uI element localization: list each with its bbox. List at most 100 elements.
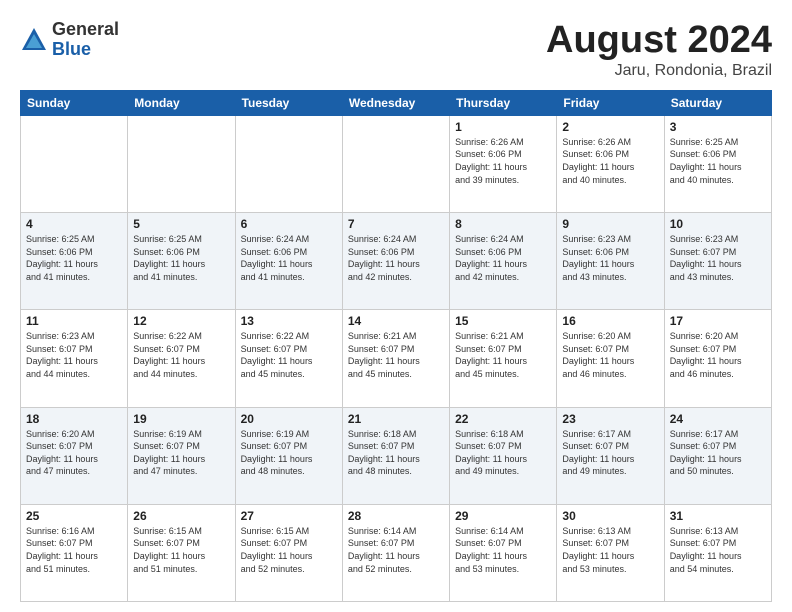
day-number: 4 (26, 217, 122, 231)
day-number: 9 (562, 217, 658, 231)
calendar-cell: 19Sunrise: 6:19 AM Sunset: 6:07 PM Dayli… (128, 407, 235, 504)
day-number: 30 (562, 509, 658, 523)
calendar-cell: 15 Sunrise: 6:21 AM Sunset: 6:07 PM Dayli… (450, 310, 557, 407)
day-info: Sunrise: 6:25 AM Sunset: 6:06 PM Dayligh… (133, 233, 229, 283)
week-row-1: 1 Sunrise: 6:26 AM Sunset: 6:06 PM Daylig… (21, 115, 772, 212)
day-info: Sunrise: 6:13 AM Sunset: 6:07 PM Dayligh… (670, 525, 766, 575)
calendar-cell: 10 Sunrise: 6:23 AM Sunset: 6:07 PM Dayli… (664, 213, 771, 310)
calendar-cell: 23 Sunrise: 6:17 AM Sunset: 6:07 PM Dayli… (557, 407, 664, 504)
calendar-cell: 6 Sunrise: 6:24 AM Sunset: 6:06 PM Daylig… (235, 213, 342, 310)
logo-general: General (52, 19, 119, 39)
day-number: 12 (133, 314, 229, 328)
day-info: Sunrise: 6:21 AM Sunset: 6:07 PM Dayligh… (455, 330, 551, 380)
calendar-cell (128, 115, 235, 212)
week-row-2: 4 Sunrise: 6:25 AM Sunset: 6:06 PM Daylig… (21, 213, 772, 310)
calendar-table: SundayMondayTuesdayWednesdayThursdayFrid… (20, 90, 772, 602)
day-info: Sunrise: 6:24 AM Sunset: 6:06 PM Dayligh… (241, 233, 337, 283)
day-info: Sunrise: 6:25 AM Sunset: 6:06 PM Dayligh… (670, 136, 766, 186)
calendar-cell: 18 Sunrise: 6:20 AM Sunset: 6:07 PM Dayli… (21, 407, 128, 504)
day-number: 17 (670, 314, 766, 328)
day-info: Sunrise: 6:17 AM Sunset: 6:07 PM Dayligh… (670, 428, 766, 478)
day-number: 8 (455, 217, 551, 231)
day-number: 24 (670, 412, 766, 426)
calendar-cell: 20 Sunrise: 6:19 AM Sunset: 6:07 PM Dayli… (235, 407, 342, 504)
day-number: 3 (670, 120, 766, 134)
day-info: Sunrise: 6:18 AM Sunset: 6:07 PM Dayligh… (455, 428, 551, 478)
calendar-cell: 17 Sunrise: 6:20 AM Sunset: 6:07 PM Dayli… (664, 310, 771, 407)
calendar-cell: 1 Sunrise: 6:26 AM Sunset: 6:06 PM Daylig… (450, 115, 557, 212)
day-number: 2 (562, 120, 658, 134)
logo-icon (20, 26, 48, 54)
day-info: Sunrise: 6:15 AM Sunset: 6:07 PM Dayligh… (241, 525, 337, 575)
main-title: August 2024 (546, 20, 772, 62)
header: General Blue August 2024 Jaru, Rondonia,… (20, 20, 772, 80)
day-info: Sunrise: 6:20 AM Sunset: 6:07 PM Dayligh… (26, 428, 122, 478)
day-number: 19 (133, 412, 229, 426)
calendar-cell: 9Sunrise: 6:23 AM Sunset: 6:06 PM Daylig… (557, 213, 664, 310)
day-number: 14 (348, 314, 444, 328)
day-number: 21 (348, 412, 444, 426)
calendar-cell: 14 Sunrise: 6:21 AM Sunset: 6:07 PM Dayli… (342, 310, 449, 407)
week-row-4: 18 Sunrise: 6:20 AM Sunset: 6:07 PM Dayli… (21, 407, 772, 504)
calendar-cell: 28 Sunrise: 6:14 AM Sunset: 6:07 PM Dayli… (342, 504, 449, 601)
day-number: 11 (26, 314, 122, 328)
calendar-cell: 24 Sunrise: 6:17 AM Sunset: 6:07 PM Dayli… (664, 407, 771, 504)
day-number: 7 (348, 217, 444, 231)
week-row-5: 25 Sunrise: 6:16 AM Sunset: 6:07 PM Dayli… (21, 504, 772, 601)
calendar-cell: 21Sunrise: 6:18 AM Sunset: 6:07 PM Dayli… (342, 407, 449, 504)
calendar-cell: 8Sunrise: 6:24 AM Sunset: 6:06 PM Daylig… (450, 213, 557, 310)
logo: General Blue (20, 20, 119, 60)
day-number: 26 (133, 509, 229, 523)
day-number: 18 (26, 412, 122, 426)
calendar-cell: 16Sunrise: 6:20 AM Sunset: 6:07 PM Dayli… (557, 310, 664, 407)
calendar-cell: 29 Sunrise: 6:14 AM Sunset: 6:07 PM Dayli… (450, 504, 557, 601)
logo-text: General Blue (52, 20, 119, 60)
day-number: 28 (348, 509, 444, 523)
day-number: 25 (26, 509, 122, 523)
calendar-cell: 25 Sunrise: 6:16 AM Sunset: 6:07 PM Dayli… (21, 504, 128, 601)
day-info: Sunrise: 6:16 AM Sunset: 6:07 PM Dayligh… (26, 525, 122, 575)
calendar-cell: 30 Sunrise: 6:13 AM Sunset: 6:07 PM Dayli… (557, 504, 664, 601)
day-number: 23 (562, 412, 658, 426)
day-info: Sunrise: 6:23 AM Sunset: 6:07 PM Dayligh… (670, 233, 766, 283)
day-info: Sunrise: 6:22 AM Sunset: 6:07 PM Dayligh… (241, 330, 337, 380)
day-info: Sunrise: 6:22 AM Sunset: 6:07 PM Dayligh… (133, 330, 229, 380)
day-number: 22 (455, 412, 551, 426)
day-info: Sunrise: 6:17 AM Sunset: 6:07 PM Dayligh… (562, 428, 658, 478)
day-info: Sunrise: 6:14 AM Sunset: 6:07 PM Dayligh… (455, 525, 551, 575)
day-info: Sunrise: 6:15 AM Sunset: 6:07 PM Dayligh… (133, 525, 229, 575)
weekday-header-sunday: Sunday (21, 90, 128, 115)
day-number: 20 (241, 412, 337, 426)
calendar-cell: 2 Sunrise: 6:26 AM Sunset: 6:06 PM Daylig… (557, 115, 664, 212)
weekday-header-wednesday: Wednesday (342, 90, 449, 115)
subtitle: Jaru, Rondonia, Brazil (546, 62, 772, 80)
day-number: 29 (455, 509, 551, 523)
calendar-cell: 7 Sunrise: 6:24 AM Sunset: 6:06 PM Daylig… (342, 213, 449, 310)
day-number: 1 (455, 120, 551, 134)
weekday-header-saturday: Saturday (664, 90, 771, 115)
day-number: 15 (455, 314, 551, 328)
weekday-header-thursday: Thursday (450, 90, 557, 115)
calendar-cell: 12 Sunrise: 6:22 AM Sunset: 6:07 PM Dayli… (128, 310, 235, 407)
day-info: Sunrise: 6:20 AM Sunset: 6:07 PM Dayligh… (670, 330, 766, 380)
day-info: Sunrise: 6:21 AM Sunset: 6:07 PM Dayligh… (348, 330, 444, 380)
title-block: August 2024 Jaru, Rondonia, Brazil (546, 20, 772, 80)
logo-blue: Blue (52, 39, 91, 59)
day-number: 5 (133, 217, 229, 231)
calendar-cell (235, 115, 342, 212)
day-number: 31 (670, 509, 766, 523)
day-info: Sunrise: 6:23 AM Sunset: 6:07 PM Dayligh… (26, 330, 122, 380)
day-info: Sunrise: 6:26 AM Sunset: 6:06 PM Dayligh… (562, 136, 658, 186)
day-info: Sunrise: 6:24 AM Sunset: 6:06 PM Dayligh… (348, 233, 444, 283)
day-number: 6 (241, 217, 337, 231)
day-info: Sunrise: 6:14 AM Sunset: 6:07 PM Dayligh… (348, 525, 444, 575)
day-info: Sunrise: 6:26 AM Sunset: 6:06 PM Dayligh… (455, 136, 551, 186)
calendar-cell: 5 Sunrise: 6:25 AM Sunset: 6:06 PM Daylig… (128, 213, 235, 310)
calendar-cell: 4Sunrise: 6:25 AM Sunset: 6:06 PM Daylig… (21, 213, 128, 310)
day-info: Sunrise: 6:19 AM Sunset: 6:07 PM Dayligh… (241, 428, 337, 478)
calendar-cell: 31 Sunrise: 6:13 AM Sunset: 6:07 PM Dayli… (664, 504, 771, 601)
day-info: Sunrise: 6:20 AM Sunset: 6:07 PM Dayligh… (562, 330, 658, 380)
day-number: 10 (670, 217, 766, 231)
calendar-cell (21, 115, 128, 212)
day-info: Sunrise: 6:13 AM Sunset: 6:07 PM Dayligh… (562, 525, 658, 575)
